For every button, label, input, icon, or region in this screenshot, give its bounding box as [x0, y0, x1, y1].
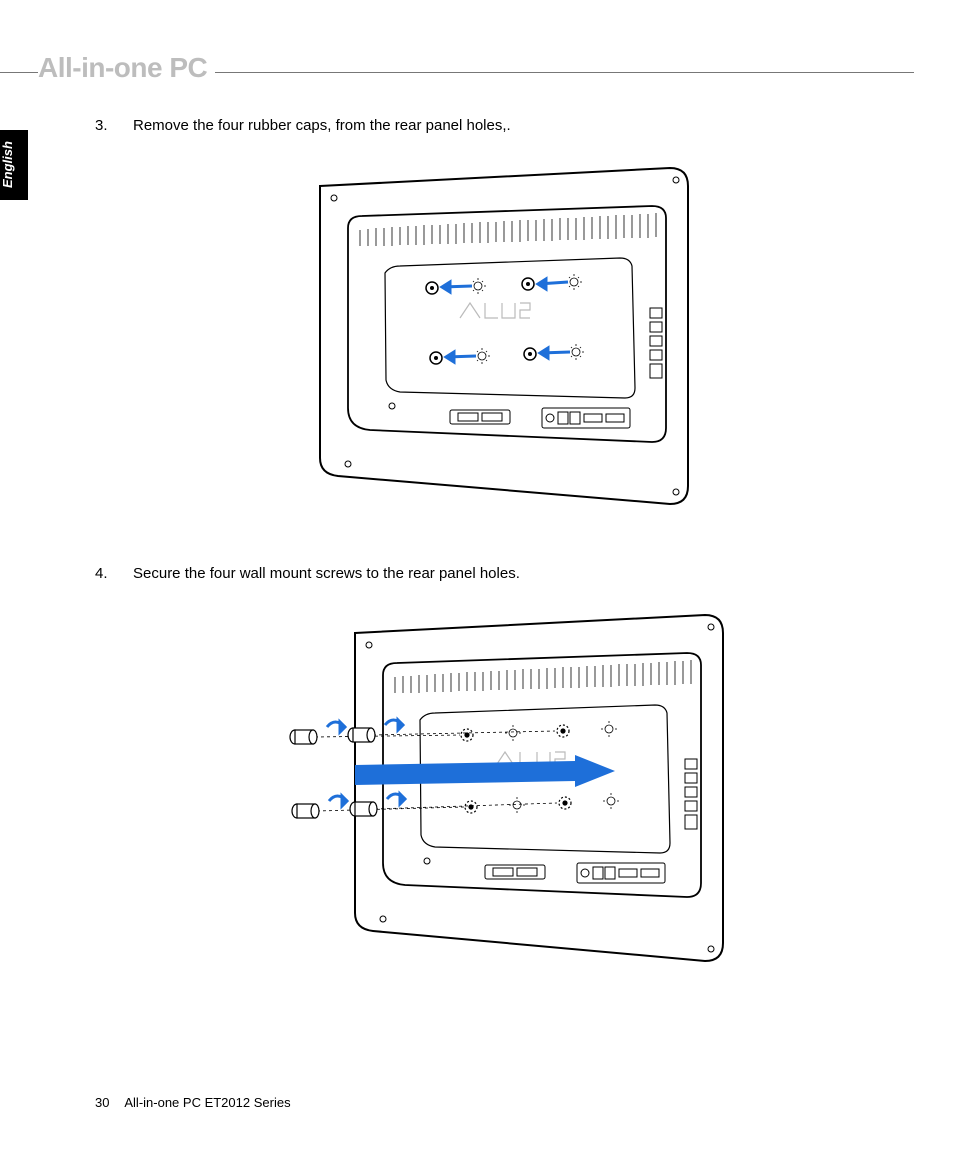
step-text: Remove the four rubber caps, from the re… — [133, 115, 894, 138]
instruction-step: 4. Secure the four wall mount screws to … — [95, 563, 894, 586]
rear-panel-illustration-2 — [255, 605, 735, 975]
page-footer: 30 All-in-one PC ET2012 Series — [95, 1095, 291, 1110]
step-number: 4. — [95, 563, 133, 586]
footer-title: All-in-one PC ET2012 Series — [124, 1095, 290, 1110]
page-content: 3. Remove the four rubber caps, from the… — [95, 115, 894, 1020]
rear-panel-illustration-1 — [290, 158, 700, 518]
product-title: All-in-one PC — [38, 52, 215, 84]
instruction-step: 3. Remove the four rubber caps, from the… — [95, 115, 894, 138]
step-number: 3. — [95, 115, 133, 138]
language-tab: English — [0, 130, 28, 200]
page-number: 30 — [95, 1095, 109, 1110]
page-header: All-in-one PC — [0, 58, 954, 86]
figure-remove-caps — [95, 158, 894, 523]
step-text: Secure the four wall mount screws to the… — [133, 563, 894, 586]
figure-secure-screws — [95, 605, 894, 980]
